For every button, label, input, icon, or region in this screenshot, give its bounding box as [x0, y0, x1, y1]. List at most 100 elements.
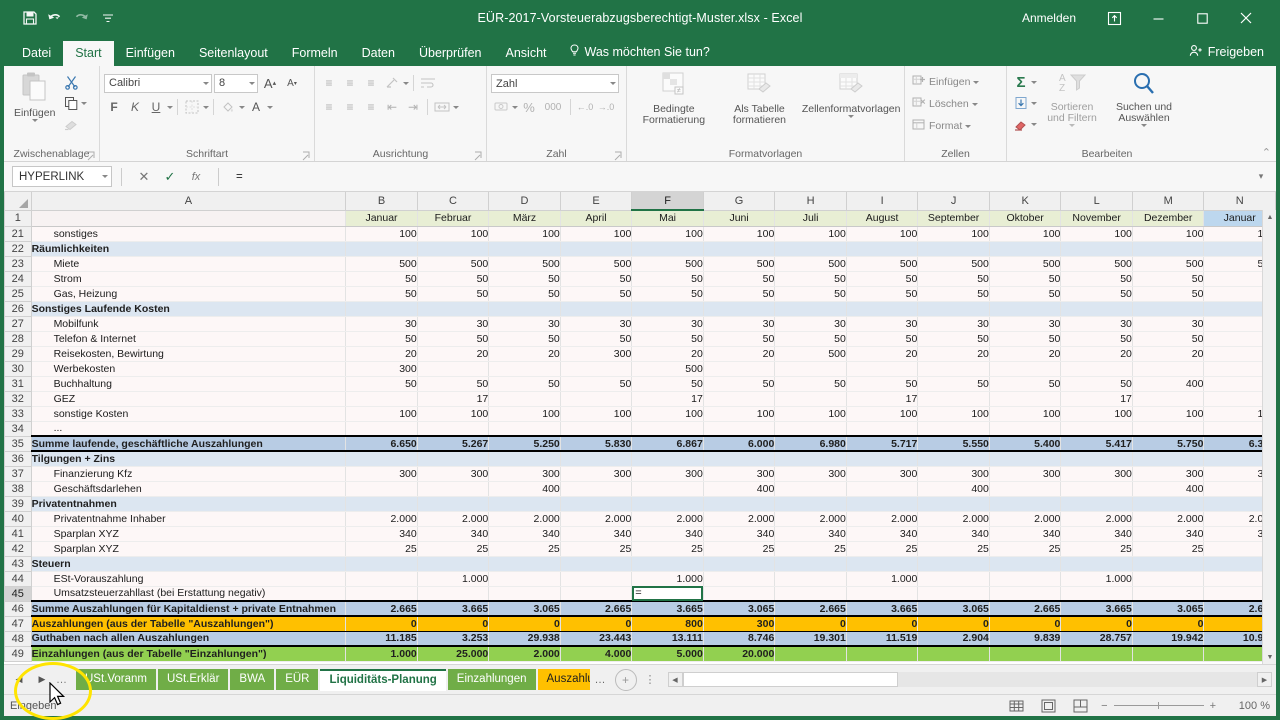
minimize-icon[interactable]	[1136, 2, 1180, 34]
cell-value[interactable]: 20.000	[703, 646, 775, 661]
row-header-29[interactable]: 29	[5, 346, 32, 361]
tab-split-handle[interactable]: ⋮	[637, 673, 664, 686]
column-header-K[interactable]: K	[989, 192, 1061, 210]
cell-value[interactable]: 0	[1061, 616, 1133, 631]
cell-value[interactable]	[918, 586, 990, 601]
cell-value[interactable]: 50	[346, 286, 418, 301]
cell-value[interactable]	[918, 241, 990, 256]
cell-value[interactable]: 2.665	[775, 601, 847, 616]
cell-value[interactable]: 11.519	[846, 631, 918, 646]
cell-value[interactable]	[346, 451, 418, 466]
cell-value[interactable]: 100	[489, 406, 561, 421]
cell-value[interactable]: 8.746	[703, 631, 775, 646]
clipboard-dialog-launcher-icon[interactable]	[87, 151, 97, 161]
increase-indent-icon[interactable]: ⇥	[403, 97, 423, 117]
row-header-33[interactable]: 33	[5, 406, 32, 421]
cell-value[interactable]: 50	[1061, 331, 1133, 346]
row-header-28[interactable]: 28	[5, 331, 32, 346]
cell-value[interactable]: 50	[489, 331, 561, 346]
cell-value[interactable]: 20	[346, 346, 418, 361]
cell-value[interactable]	[346, 586, 418, 601]
cell-value[interactable]: 500	[417, 256, 489, 271]
cell-value[interactable]: 100	[417, 226, 489, 241]
cell-value[interactable]: 340	[489, 526, 561, 541]
cell-value[interactable]: 5.400	[989, 436, 1061, 451]
column-header-E[interactable]: E	[560, 192, 632, 210]
page-layout-view-icon[interactable]	[1037, 697, 1059, 715]
sheet-tab-e-r[interactable]: EÜR	[276, 669, 318, 690]
cell-value[interactable]	[560, 496, 632, 511]
sheet-tabs-overflow[interactable]: …	[590, 674, 611, 686]
cell-value[interactable]	[989, 556, 1061, 571]
cell-label[interactable]: Umsatzsteuerzahllast (bei Erstattung neg…	[31, 586, 346, 601]
row-header-42[interactable]: 42	[5, 541, 32, 556]
cell-value[interactable]: 20	[703, 346, 775, 361]
cell-value[interactable]: 100	[989, 226, 1061, 241]
cell-label[interactable]: Einzahlungen (aus der Tabelle "Einzahlun…	[31, 646, 346, 661]
cell-value[interactable]	[775, 571, 847, 586]
cell-value[interactable]: 30	[1132, 316, 1204, 331]
cell-label[interactable]: Strom	[31, 271, 346, 286]
cell-value[interactable]	[918, 391, 990, 406]
cell-label[interactable]: Telefon & Internet	[31, 331, 346, 346]
cell-value[interactable]	[346, 571, 418, 586]
cell-value[interactable]	[560, 361, 632, 376]
cell-value[interactable]	[346, 421, 418, 436]
cell-value[interactable]: 5.417	[1061, 436, 1133, 451]
row-header-21[interactable]: 21	[5, 226, 32, 241]
font-size-caret-icon[interactable]	[249, 82, 255, 85]
format-cells-caret-icon[interactable]	[965, 125, 971, 128]
align-middle-icon[interactable]: ≡	[340, 73, 360, 93]
clear-icon[interactable]	[1011, 114, 1031, 134]
column-header-A[interactable]: A	[31, 192, 346, 210]
cell-value[interactable]: 19.942	[1132, 631, 1204, 646]
currency-format-icon[interactable]	[491, 97, 511, 117]
cell-value[interactable]	[1061, 586, 1133, 601]
cell-value[interactable]: 20	[846, 346, 918, 361]
row-header-40[interactable]: 40	[5, 511, 32, 526]
cell-value[interactable]: 25	[846, 541, 918, 556]
cell-value[interactable]: 17	[1061, 391, 1133, 406]
borders-caret-icon[interactable]	[203, 106, 209, 109]
cell-value[interactable]: 100	[1061, 406, 1133, 421]
cell-value[interactable]	[1061, 301, 1133, 316]
cell-value[interactable]: 100	[346, 406, 418, 421]
paste-button[interactable]: Einfügen	[8, 69, 61, 124]
cell-value[interactable]: 50	[989, 331, 1061, 346]
cell-value[interactable]	[918, 571, 990, 586]
cell-value[interactable]	[989, 421, 1061, 436]
cell-value[interactable]: 25	[560, 541, 632, 556]
cell-value[interactable]: 500	[703, 256, 775, 271]
insert-cells-caret-icon[interactable]	[973, 81, 979, 84]
row-header-49[interactable]: 49	[5, 646, 32, 661]
cell-value[interactable]: 340	[417, 526, 489, 541]
cell-value[interactable]: 50	[632, 271, 704, 286]
cell-value[interactable]	[989, 586, 1061, 601]
cell-value[interactable]	[1132, 241, 1204, 256]
sheet-tab-bwa[interactable]: BWA	[230, 669, 274, 690]
cell-value[interactable]	[1132, 556, 1204, 571]
cell-value[interactable]	[1132, 301, 1204, 316]
number-format-combo[interactable]: Zahl	[491, 74, 619, 93]
cell-value[interactable]	[918, 361, 990, 376]
cell-value[interactable]	[989, 571, 1061, 586]
cell-value[interactable]: 500	[1132, 256, 1204, 271]
font-name-caret-icon[interactable]	[203, 82, 209, 85]
cell-value[interactable]	[417, 361, 489, 376]
cell-value[interactable]: 25.000	[417, 646, 489, 661]
cell-value[interactable]: 50	[918, 331, 990, 346]
cell-value[interactable]: 50	[918, 376, 990, 391]
column-header-I[interactable]: I	[846, 192, 918, 210]
cell-value[interactable]: 100	[1132, 226, 1204, 241]
cell-value[interactable]: 0	[989, 616, 1061, 631]
cell-value[interactable]	[846, 481, 918, 496]
row-header-30[interactable]: 30	[5, 361, 32, 376]
cell-value[interactable]: 50	[1132, 271, 1204, 286]
cell-value[interactable]: 100	[846, 226, 918, 241]
cell-month-header[interactable]	[31, 210, 346, 226]
tab-datei[interactable]: Datei	[10, 41, 63, 66]
cell-value[interactable]: 50	[560, 286, 632, 301]
cell-value[interactable]	[846, 586, 918, 601]
cell-value[interactable]: 0	[846, 616, 918, 631]
cell-value[interactable]: 50	[560, 271, 632, 286]
